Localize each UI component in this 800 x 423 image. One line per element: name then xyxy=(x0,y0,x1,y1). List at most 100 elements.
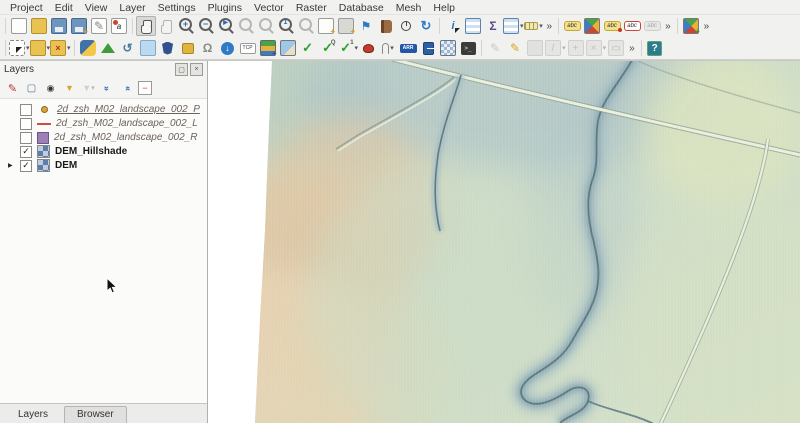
pin-labels-button[interactable]: abc xyxy=(602,16,622,36)
temporal-controller-button[interactable] xyxy=(396,16,416,36)
highlight-labels-button[interactable]: abc xyxy=(622,16,642,36)
layer-checkbox[interactable] xyxy=(20,104,32,116)
save-edits-button[interactable] xyxy=(525,38,545,58)
vertex-tool-button[interactable]: ×▾ xyxy=(586,38,607,58)
layer-item[interactable]: 2d_zsh_M02_landscape_002_R xyxy=(0,131,207,144)
vertex-tool-all-button[interactable]: + xyxy=(566,38,586,58)
statistics-button[interactable]: Σ xyxy=(483,16,503,36)
add-layers-plugin-button[interactable]: + xyxy=(258,38,278,58)
menu-mesh[interactable]: Mesh xyxy=(390,2,428,14)
measure-button[interactable]: ▾ xyxy=(524,16,544,36)
add-line-feature-button[interactable]: /▾ xyxy=(545,38,566,58)
save-project-button[interactable] xyxy=(49,16,69,36)
toolbar-overflow-button[interactable]: » xyxy=(544,21,556,32)
menu-layer[interactable]: Layer xyxy=(113,2,151,14)
close-panel-icon[interactable]: × xyxy=(190,63,203,76)
style-manager-button[interactable]: a xyxy=(109,16,129,36)
layer-item[interactable]: ✓ DEM_Hillshade xyxy=(0,145,207,158)
toolbar-overflow-button[interactable]: » xyxy=(701,21,713,32)
new-bookmark-button[interactable]: ⚑ xyxy=(356,16,376,36)
manage-map-themes-icon[interactable]: ◉ xyxy=(43,81,58,96)
package-plugin-button[interactable] xyxy=(178,38,198,58)
layer-item[interactable]: 2d_zsh_M02_landscape_002_L xyxy=(0,117,207,130)
layer-checkbox[interactable] xyxy=(20,118,32,130)
open-attribute-table-button[interactable] xyxy=(463,16,483,36)
console-plugin-button[interactable]: >_ xyxy=(458,38,478,58)
identify-features-button[interactable]: i xyxy=(443,16,463,36)
dropdown-caret-icon[interactable]: ▾ xyxy=(539,22,543,30)
allow-edits-button[interactable]: ✎ xyxy=(505,38,525,58)
toolbar-overflow-button[interactable]: » xyxy=(662,21,674,32)
layout-manager-button[interactable]: ✎ xyxy=(89,16,109,36)
layer-checkbox[interactable]: ✓ xyxy=(20,146,32,158)
attribute-table-dropdown-button[interactable]: ▾ xyxy=(503,16,524,36)
new-layer-button[interactable]: + xyxy=(681,16,701,36)
menu-help[interactable]: Help xyxy=(427,2,461,14)
report-plugin-button[interactable] xyxy=(418,38,438,58)
mesh-plugin-button[interactable] xyxy=(138,38,158,58)
new-project-button[interactable] xyxy=(9,16,29,36)
select-features-button[interactable]: ▾ xyxy=(9,38,30,58)
filter-legend-icon[interactable]: ▼ xyxy=(62,81,77,96)
zoom-out-button[interactable]: − xyxy=(196,16,216,36)
save-project-as-button[interactable]: + xyxy=(69,16,89,36)
zoom-full-button[interactable]: ▶ xyxy=(216,16,236,36)
move-label-button[interactable]: abc xyxy=(642,16,662,36)
check-topology-button[interactable]: ✓1▾ xyxy=(338,38,359,58)
layer-item[interactable]: ▶ ✓ DEM xyxy=(0,159,207,172)
add-group-icon[interactable]: ▢ xyxy=(24,81,39,96)
help-button[interactable]: ? xyxy=(645,38,665,58)
omega-plugin-button[interactable]: Ω xyxy=(198,38,218,58)
layer-labeling-button[interactable] xyxy=(582,16,602,36)
dropdown-caret-icon[interactable]: ▾ xyxy=(520,22,524,30)
menu-vector[interactable]: Vector xyxy=(248,2,290,14)
toolbar-overflow-button[interactable]: » xyxy=(626,43,638,54)
select-by-value-button[interactable]: ▾ xyxy=(30,38,51,58)
expander-icon[interactable]: ▶ xyxy=(8,162,20,169)
expand-all-icon[interactable]: » xyxy=(100,81,115,96)
arr-plugin-button[interactable]: ARR xyxy=(398,38,418,58)
pan-map-button[interactable] xyxy=(136,16,156,36)
show-bookmarks-button[interactable] xyxy=(376,16,396,36)
map-canvas[interactable] xyxy=(208,61,800,423)
menu-project[interactable]: Project xyxy=(4,2,49,14)
refresh-map-button[interactable]: ↻ xyxy=(416,16,436,36)
collapse-all-icon[interactable]: » xyxy=(119,81,134,96)
zoom-in-button[interactable]: + xyxy=(176,16,196,36)
new-3d-map-view-button[interactable]: + xyxy=(336,16,356,36)
toggle-editing-button[interactable]: ✎ xyxy=(485,38,505,58)
layer-item[interactable]: 2d_zsh_M02_landscape_002_P xyxy=(0,103,207,116)
open-project-button[interactable] xyxy=(29,16,49,36)
tcp-plugin-button[interactable]: TCP xyxy=(238,38,258,58)
label-options-button[interactable]: abc xyxy=(562,16,582,36)
open-layer-styling-icon[interactable]: ✎ xyxy=(5,81,20,96)
filter-expression-icon[interactable]: ▼▾ xyxy=(81,81,96,96)
check-quality-button[interactable]: ✓Q xyxy=(318,38,338,58)
dropdown-caret-icon[interactable]: ▾ xyxy=(390,44,394,52)
pan-to-selection-button[interactable] xyxy=(156,16,176,36)
menu-settings[interactable]: Settings xyxy=(152,2,202,14)
tab-browser[interactable]: Browser xyxy=(64,406,127,423)
menu-raster[interactable]: Raster xyxy=(290,2,333,14)
layer-checkbox[interactable]: ✓ xyxy=(20,160,32,172)
bug-report-plugin-button[interactable] xyxy=(358,38,378,58)
grid-plugin-button[interactable] xyxy=(438,38,458,58)
menu-edit[interactable]: Edit xyxy=(49,2,79,14)
dropdown-caret-icon[interactable]: ▾ xyxy=(26,44,30,52)
georeferencer-button[interactable] xyxy=(278,38,298,58)
shield-plugin-button[interactable] xyxy=(158,38,178,58)
remove-layer-icon[interactable]: − xyxy=(138,81,152,95)
deselect-features-button[interactable]: ×▾ xyxy=(50,38,71,58)
new-map-view-button[interactable]: + xyxy=(316,16,336,36)
menu-plugins[interactable]: Plugins xyxy=(202,2,248,14)
dropdown-caret-icon[interactable]: ▾ xyxy=(67,44,71,52)
zoom-last-button[interactable] xyxy=(236,16,256,36)
download-plugin-button[interactable]: ↓ xyxy=(218,38,238,58)
check-geometry-button[interactable]: ✓ xyxy=(298,38,318,58)
layer-checkbox[interactable] xyxy=(20,132,32,144)
terrain-plugin-button[interactable] xyxy=(98,38,118,58)
delete-selected-button[interactable]: ▭ xyxy=(606,38,626,58)
zoom-native-button[interactable]: 1 xyxy=(276,16,296,36)
python-console-button[interactable] xyxy=(78,38,98,58)
attachments-button[interactable]: ▾ xyxy=(378,38,398,58)
